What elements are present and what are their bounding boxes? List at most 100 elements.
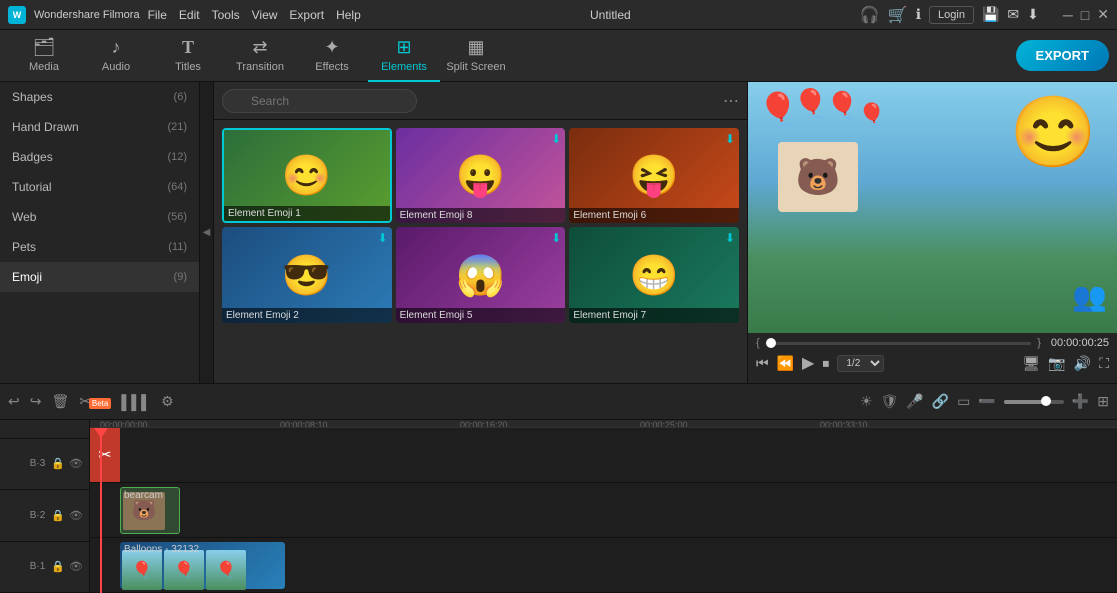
element-label-1: Element Emoji 1 [224,206,390,221]
menu-tools[interactable]: Tools [212,8,240,22]
minimize-button[interactable]: ─ [1063,7,1073,23]
fullscreen-button[interactable]: ⛶ [1099,355,1109,372]
eye-icon-3[interactable]: 👁 [69,560,83,573]
toolbar-media[interactable]: 🗂 Media [8,30,80,82]
captions-button[interactable]: ▭ [957,393,970,410]
element-item-2[interactable]: 😛 ⬇ Element Emoji 8 [396,128,566,223]
elements-label: Elements [381,61,427,73]
titlebar-right: 🎧 🛒 ℹ Login 💾 ✉ ⬇ ─ □ ✕ [860,5,1109,25]
zoom-in-button[interactable]: ➕ [1072,393,1089,410]
download-icon-4: ⬇ [378,231,388,245]
category-web[interactable]: Web (56) [0,202,199,232]
expand-timeline-button[interactable]: ⊞ [1097,393,1109,410]
toolbar-titles[interactable]: T Titles [152,30,224,82]
toolbar-elements[interactable]: ⊞ Elements [368,30,440,82]
toolbar-transition[interactable]: ⇄ Transition [224,30,296,82]
panel-collapse-arrow[interactable]: ◀ [200,82,214,383]
ruler-time-2: 00:00:16:20 [460,420,508,428]
track-row-3: Balloons - 32132 🎈 🎈 🎈 [90,538,1117,593]
zoom-thumb [1041,396,1051,406]
info-icon[interactable]: ℹ [916,6,921,23]
clip-thumb-3a: 🎈 [122,550,162,590]
cart-icon[interactable]: 🛒 [888,5,908,25]
audio-label: Audio [102,61,130,73]
volume-button[interactable]: 🔊 [1074,355,1091,372]
undo-button[interactable]: ↩ [8,393,20,410]
camera-button[interactable]: 📷 [1048,355,1065,372]
sun-button[interactable]: ☀ [860,393,873,410]
preview-panel: 🎈 🎈 🎈 🎈 😊 🐻 👥 { } 00:00:0 [747,82,1117,383]
monitor-button[interactable]: 🖥 [1023,355,1041,372]
category-handdrawn[interactable]: Hand Drawn (21) [0,112,199,142]
menu-bar: File Edit Tools View Export Help [148,8,361,22]
element-item-6[interactable]: 😁 ⬇ Element Emoji 7 [569,227,739,322]
redo-button[interactable]: ↪ [30,393,42,410]
zoom-slider[interactable] [1004,400,1064,404]
menu-help[interactable]: Help [336,8,361,22]
play-button[interactable]: ▶ [802,353,814,373]
toolbar-effects[interactable]: ✦ Effects [296,30,368,82]
grid-toggle-icon[interactable]: ⋯ [723,91,739,111]
quality-select[interactable]: 1/2 Full 1/4 [837,355,884,372]
audio-wave-button[interactable]: ▌▌▌ [121,394,151,410]
mic-button[interactable]: 🎤 [906,393,923,410]
category-emoji-label: Emoji [12,270,42,284]
mail-icon[interactable]: ✉ [1007,6,1019,23]
eye-icon-2[interactable]: 👁 [69,509,83,522]
toolbar-audio[interactable]: ♪ Audio [80,30,152,82]
titles-icon: T [182,37,194,58]
login-button[interactable]: Login [929,6,974,24]
stop-button[interactable]: ⏹ [822,355,829,372]
splitscreen-icon: ▦ [467,37,484,58]
skip-back-button[interactable]: ⏮ [756,355,769,372]
menu-file[interactable]: File [148,8,167,22]
main-toolbar: 🗂 Media ♪ Audio T Titles ⇄ Transition ✦ … [0,30,1117,82]
search-wrapper: 🔍 [222,89,715,113]
zoom-out-button[interactable]: ➖ [978,393,995,410]
element-item-1[interactable]: 😊 Element Emoji 1 [222,128,392,223]
maximize-button[interactable]: □ [1081,7,1089,23]
category-emoji[interactable]: Emoji (9) [0,262,199,292]
cut-button[interactable]: ✂ Beta [79,393,111,410]
menu-edit[interactable]: Edit [179,8,200,22]
cut-clip[interactable]: ✂ [90,428,120,482]
export-button[interactable]: EXPORT [1016,40,1109,71]
download-icon[interactable]: ⬇ [1027,6,1039,23]
element-item-4[interactable]: 😎 ⬇ Element Emoji 2 [222,227,392,322]
lock-icon-2[interactable]: 🔒 [51,509,65,522]
element-item-5[interactable]: 😱 ⬇ Element Emoji 5 [396,227,566,322]
toolbar-splitscreen[interactable]: ▦ Split Screen [440,30,512,82]
headset-icon[interactable]: 🎧 [860,5,880,25]
lock-icon-3[interactable]: 🔒 [51,560,65,573]
overlay-clip-2[interactable]: bearcam 🐻 [120,487,180,534]
category-tutorial[interactable]: Tutorial (64) [0,172,199,202]
download-icon-2: ⬇ [551,132,561,146]
close-button[interactable]: ✕ [1097,6,1109,23]
lock-icon-1[interactable]: 🔒 [51,457,65,470]
element-item-3[interactable]: 😝 ⬇ Element Emoji 6 [569,128,739,223]
video-clip[interactable]: Balloons - 32132 🎈 🎈 🎈 [120,542,285,589]
step-back-button[interactable]: ⏪ [777,355,794,372]
settings-button[interactable]: ⚙ [161,393,174,410]
category-badges-label: Badges [12,150,53,164]
effects-icon: ✦ [324,37,339,58]
menu-export[interactable]: Export [289,8,324,22]
category-shapes[interactable]: Shapes (6) [0,82,199,112]
eye-icon-1[interactable]: 👁 [69,457,83,470]
titlebar: W Wondershare Filmora File Edit Tools Vi… [0,0,1117,30]
category-shapes-count: (6) [174,91,187,103]
search-input[interactable] [222,89,417,113]
progress-bar[interactable] [766,342,1032,345]
category-badges[interactable]: Badges (12) [0,142,199,172]
category-web-label: Web [12,210,36,224]
delete-button[interactable]: 🗑 [51,393,69,410]
element-label-3: Element Emoji 6 [569,208,739,223]
link-button[interactable]: 🔗 [932,393,949,410]
progress-bar-container: { } 00:00:00:25 [756,337,1109,349]
save-icon[interactable]: 💾 [982,6,999,23]
category-pets[interactable]: Pets (11) [0,232,199,262]
shield-button[interactable]: 🛡 [881,393,899,410]
media-icon: 🗂 [33,37,56,58]
clip-thumb-3c: 🎈 [206,550,246,590]
menu-view[interactable]: View [252,8,278,22]
